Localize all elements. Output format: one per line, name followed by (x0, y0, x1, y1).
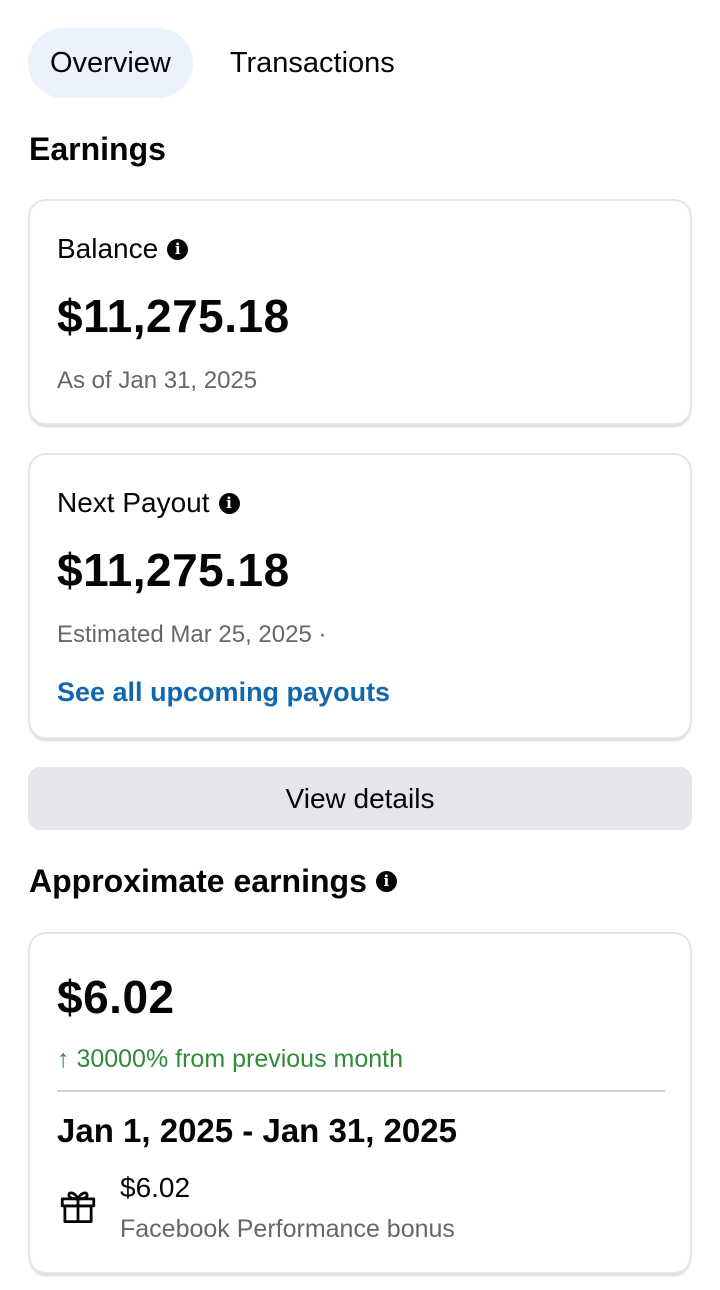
info-icon[interactable]: i (167, 238, 189, 260)
balance-as-of: As of Jan 31, 2025 (57, 367, 258, 394)
next-payout-label: Next Payout (57, 487, 210, 518)
next-payout-label-row: Next Payout i (57, 487, 240, 519)
date-range: Jan 1, 2025 - Jan 31, 2025 (57, 1112, 457, 1149)
next-payout-card: Next Payout i $11,275.18 Estimated Mar 2… (28, 453, 692, 739)
info-icon[interactable]: i (375, 871, 397, 892)
next-payout-estimated: Estimated Mar 25, 2025 · (57, 621, 327, 648)
balance-label-row: Balance i (57, 233, 189, 265)
approximate-earnings-title: Approximate earnings (29, 863, 367, 899)
tab-bar: Overview Transactions (28, 28, 432, 98)
earnings-heading: Earnings (29, 131, 166, 168)
approximate-earnings-card: $6.02 ↑ 30000% from previous month Jan 1… (28, 932, 692, 1274)
balance-label: Balance (57, 233, 159, 264)
bonus-label: Facebook Performance bonus (120, 1215, 455, 1243)
tab-transactions[interactable]: Transactions (193, 28, 432, 98)
view-details-button[interactable]: View details (28, 767, 692, 830)
approximate-amount: $6.02 (57, 971, 175, 1023)
gift-icon (60, 1191, 96, 1224)
tab-overview[interactable]: Overview (28, 28, 193, 98)
divider (57, 1090, 665, 1092)
approximate-earnings-heading: Approximate earnings i (29, 863, 397, 900)
balance-amount: $11,275.18 (57, 290, 290, 342)
next-payout-amount: $11,275.18 (57, 544, 290, 596)
see-upcoming-payouts-link[interactable]: See all upcoming payouts (57, 677, 390, 708)
bonus-amount: $6.02 (120, 1172, 191, 1203)
earnings-title: Earnings (29, 131, 166, 167)
balance-card: Balance i $11,275.18 As of Jan 31, 2025 (28, 199, 692, 425)
trend-text: ↑ 30000% from previous month (57, 1045, 404, 1073)
info-icon[interactable]: i (218, 492, 240, 514)
